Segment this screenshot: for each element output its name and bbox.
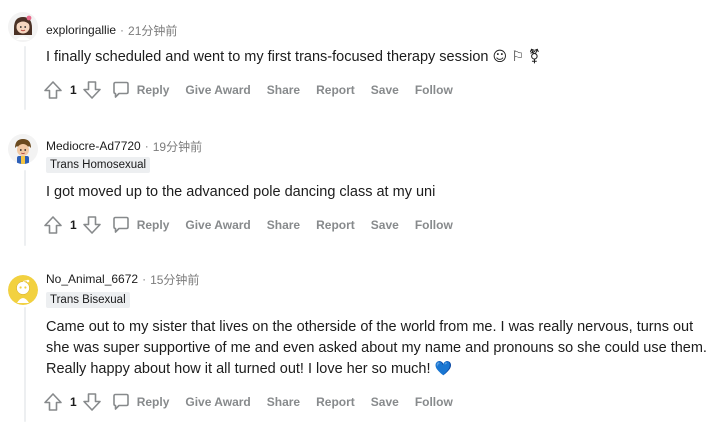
comment-text: Came out to my sister that lives on the … [46, 319, 707, 377]
save-button[interactable]: Save [371, 213, 399, 237]
meta-separator: · [144, 139, 149, 153]
comment: exploringallie · 21分钟前 I finally schedul… [0, 0, 715, 118]
comment-meta: No_Animal_6672 · 15分钟前 [46, 271, 199, 287]
thread-line[interactable] [24, 307, 26, 422]
upvote-arrow-icon[interactable] [42, 391, 64, 413]
vote-control: 1 [42, 391, 103, 413]
comment-actions: 1 Reply Give Award Share Report Save Fol… [42, 390, 469, 414]
comment-meta: exploringallie · 21分钟前 [46, 22, 177, 38]
comment-emojis: ☺ ⚐ ⚧ [492, 49, 541, 65]
avatar-kid-icon [8, 134, 38, 164]
give-award-button[interactable]: Give Award [185, 78, 250, 102]
save-button[interactable]: Save [371, 390, 399, 414]
avatar-default-yellow-icon [8, 275, 38, 305]
give-award-button[interactable]: Give Award [185, 390, 250, 414]
reply-label: Reply [136, 395, 170, 409]
vote-score: 1 [70, 218, 77, 232]
user-avatar[interactable] [8, 275, 38, 305]
user-flair[interactable]: Trans Bisexual [46, 292, 130, 308]
username[interactable]: No_Animal_6672 [46, 272, 138, 286]
vote-control: 1 [42, 214, 103, 236]
report-button[interactable]: Report [316, 390, 355, 414]
upvote-arrow-icon[interactable] [42, 214, 64, 236]
follow-button[interactable]: Follow [415, 390, 453, 414]
vote-score: 1 [70, 395, 77, 409]
meta-separator: · [142, 272, 147, 286]
share-button[interactable]: Share [267, 390, 300, 414]
comment-body: I got moved up to the advanced pole danc… [46, 182, 708, 203]
comment-actions: 1 Reply Give Award Share Report Save Fol… [42, 78, 469, 102]
upvote-arrow-icon[interactable] [42, 79, 64, 101]
meta-separator: · [120, 23, 125, 37]
vote-score: 1 [70, 83, 77, 97]
give-award-button[interactable]: Give Award [185, 213, 250, 237]
downvote-arrow-icon[interactable] [81, 214, 103, 236]
save-button[interactable]: Save [371, 78, 399, 102]
user-flair[interactable]: Trans Homosexual [46, 157, 151, 173]
reply-label: Reply [136, 218, 170, 232]
thread-line[interactable] [24, 46, 26, 110]
reply-button[interactable]: Reply [111, 390, 170, 414]
follow-button[interactable]: Follow [415, 213, 453, 237]
comment: Mediocre-Ad7720 · 19分钟前 Trans Homosexual… [0, 118, 715, 253]
thread-line[interactable] [24, 170, 26, 246]
speech-bubble-icon [112, 393, 129, 410]
speech-bubble-icon [112, 81, 129, 98]
reply-label: Reply [136, 83, 170, 97]
timestamp[interactable]: 15分钟前 [150, 271, 199, 288]
avatar-girl-icon [8, 12, 38, 42]
speech-bubble-icon [112, 216, 129, 233]
follow-button[interactable]: Follow [415, 78, 453, 102]
user-avatar[interactable] [8, 134, 38, 164]
user-avatar[interactable] [8, 12, 38, 42]
report-button[interactable]: Report [316, 213, 355, 237]
reply-button[interactable]: Reply [111, 78, 170, 102]
comment-body: Came out to my sister that lives on the … [46, 317, 708, 380]
vote-control: 1 [42, 79, 103, 101]
reply-button[interactable]: Reply [111, 213, 170, 237]
blue-heart-emoji: 💙 [434, 361, 452, 377]
downvote-arrow-icon[interactable] [81, 391, 103, 413]
comment-text: I got moved up to the advanced pole danc… [46, 184, 436, 200]
comment-meta: Mediocre-Ad7720 · 19分钟前 [46, 138, 202, 154]
timestamp[interactable]: 21分钟前 [128, 22, 177, 39]
share-button[interactable]: Share [267, 78, 300, 102]
share-button[interactable]: Share [267, 213, 300, 237]
comment-text: I finally scheduled and went to my first… [46, 49, 489, 65]
username[interactable]: Mediocre-Ad7720 [46, 139, 141, 153]
report-button[interactable]: Report [316, 78, 355, 102]
downvote-arrow-icon[interactable] [81, 79, 103, 101]
comment-body: I finally scheduled and went to my first… [46, 47, 708, 68]
timestamp[interactable]: 19分钟前 [153, 138, 202, 155]
comment: No_Animal_6672 · 15分钟前 Trans Bisexual Ca… [0, 253, 715, 428]
username[interactable]: exploringallie [46, 23, 116, 37]
comment-actions: 1 Reply Give Award Share Report Save Fol… [42, 213, 469, 237]
